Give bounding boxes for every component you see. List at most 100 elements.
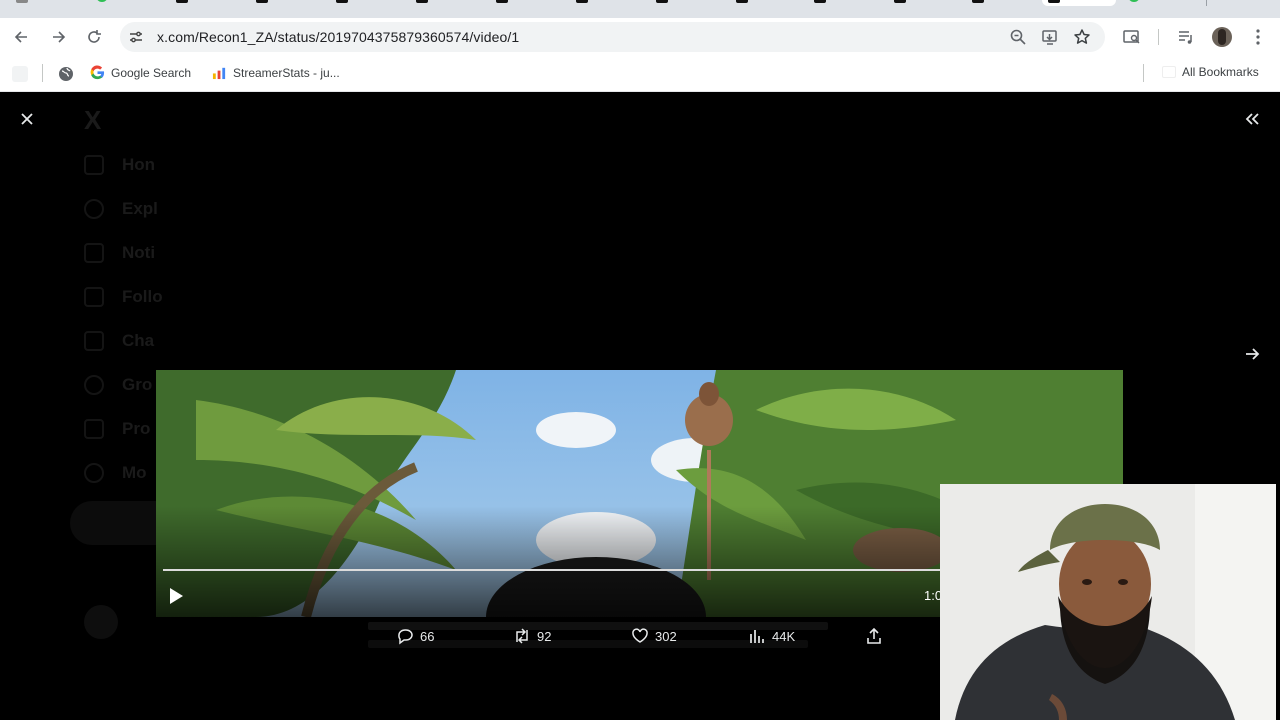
- x-favicon-icon: [972, 0, 984, 3]
- browser-tab-active[interactable]: [1042, 0, 1116, 6]
- nav-home: Hon: [122, 155, 156, 174]
- browser-tab[interactable]: [490, 0, 564, 6]
- bell-icon: [84, 243, 104, 263]
- media-controls-icon[interactable]: [1176, 27, 1196, 47]
- repost-icon: [516, 628, 528, 644]
- repost-count: 92: [537, 628, 552, 644]
- browser-toolbar: x.com/Recon1_ZA/status/20197043758793605…: [0, 18, 1280, 56]
- zoom-icon[interactable]: [1009, 28, 1027, 46]
- x-favicon-icon: [736, 0, 748, 3]
- x-favicon-icon: [656, 0, 668, 3]
- media-viewer: X Hon Expl Noti Follo Cha Gro Pro Mo 1:0…: [0, 93, 1280, 720]
- views-chart-icon: [750, 630, 764, 643]
- nav-follow: Follo: [122, 287, 163, 306]
- x-favicon-icon: [496, 0, 508, 3]
- webcam-overlay: [940, 484, 1276, 720]
- nav-notifications: Noti: [122, 243, 156, 262]
- x-favicon-icon: [814, 0, 826, 3]
- bookmark-google-search[interactable]: Google Search: [90, 65, 191, 80]
- x-favicon-icon: [256, 0, 268, 3]
- reply-count: 66: [420, 628, 435, 644]
- browser-tab[interactable]: [888, 0, 962, 6]
- tab-favicon-icon: [1128, 0, 1140, 2]
- bookmark-streamerstats[interactable]: StreamerStats - ju...: [212, 65, 340, 80]
- site-settings-icon[interactable]: [128, 29, 144, 45]
- views-button[interactable]: 44K: [748, 627, 795, 645]
- bookmarks-separator: [1143, 64, 1144, 82]
- arrow-right-icon: [53, 31, 66, 43]
- play-icon[interactable]: [168, 587, 184, 605]
- globe-icon[interactable]: [58, 66, 74, 82]
- nav-chat: Cha: [122, 331, 155, 350]
- side-panel-search-icon[interactable]: [1122, 27, 1142, 47]
- browser-tab[interactable]: [730, 0, 804, 6]
- google-icon: [90, 65, 105, 80]
- mail-icon: [84, 331, 104, 351]
- toolbar-divider: [1158, 29, 1159, 45]
- share-icon: [867, 627, 881, 644]
- browser-tab[interactable]: [808, 0, 882, 6]
- home-icon: [84, 155, 104, 175]
- x-favicon-icon: [416, 0, 428, 3]
- reply-button[interactable]: 66: [396, 627, 434, 645]
- browser-tab[interactable]: [10, 0, 84, 6]
- progress-bar[interactable]: [163, 569, 940, 571]
- reply-icon: [398, 629, 413, 645]
- nav-profile: Pro: [122, 419, 151, 438]
- tab-strip: [0, 0, 1280, 18]
- reload-icon: [88, 30, 101, 43]
- forward-button[interactable]: [48, 27, 68, 47]
- avatar-figure: [1218, 29, 1226, 45]
- like-count: 302: [655, 628, 677, 644]
- browser-tab[interactable]: [1122, 0, 1196, 6]
- browser-tab[interactable]: [250, 0, 324, 6]
- heart-icon: [632, 628, 648, 643]
- close-icon[interactable]: [18, 110, 36, 128]
- reload-button[interactable]: [84, 27, 104, 47]
- bookmark-label: Google Search: [111, 65, 192, 80]
- nav-more: Mo: [122, 463, 147, 482]
- explore-icon: [84, 199, 104, 219]
- browser-tab[interactable]: [170, 0, 244, 6]
- browser-tab[interactable]: [330, 0, 404, 6]
- webcam-feed: [940, 484, 1276, 720]
- nav-explore: Expl: [122, 199, 158, 218]
- x-favicon-icon: [894, 0, 906, 3]
- repost-button[interactable]: 92: [513, 627, 551, 645]
- all-bookmarks-label: All Bookmarks: [1182, 65, 1259, 79]
- x-favicon-icon: [336, 0, 348, 3]
- next-arrow-icon[interactable]: [1243, 345, 1261, 363]
- like-button[interactable]: 302: [631, 627, 677, 645]
- folder-icon: [1162, 66, 1176, 78]
- x-favicon-icon: [576, 0, 588, 3]
- x-favicon-icon: [176, 0, 188, 3]
- address-bar[interactable]: x.com/Recon1_ZA/status/20197043758793605…: [120, 22, 1105, 52]
- browser-tab[interactable]: [570, 0, 644, 6]
- tab-favicon-icon: [16, 0, 28, 3]
- x-favicon-icon: [1048, 0, 1060, 3]
- profile-icon: [84, 419, 104, 439]
- browser-tab[interactable]: [90, 0, 164, 6]
- view-count: 44K: [772, 628, 796, 644]
- install-app-icon[interactable]: [1041, 28, 1059, 46]
- menu-kebab-icon[interactable]: [1248, 27, 1268, 47]
- bookmark-label: StreamerStats - ju...: [233, 65, 340, 80]
- follow-icon: [84, 287, 104, 307]
- browser-tab[interactable]: [966, 0, 1040, 6]
- collapse-panel-icon[interactable]: [1243, 110, 1261, 128]
- share-button[interactable]: [865, 627, 883, 645]
- x-logo-icon: X: [84, 105, 102, 135]
- grok-icon: [84, 375, 104, 395]
- bookmark-star-icon[interactable]: [1073, 28, 1091, 46]
- all-bookmarks[interactable]: All Bookmarks: [1162, 65, 1259, 79]
- profile-avatar[interactable]: [1212, 27, 1232, 47]
- arrow-left-icon: [14, 31, 27, 43]
- back-button[interactable]: [12, 27, 32, 47]
- browser-tab[interactable]: [410, 0, 484, 6]
- tab-separator: [1206, 0, 1207, 6]
- browser-tab[interactable]: [650, 0, 724, 6]
- url-text[interactable]: x.com/Recon1_ZA/status/20197043758793605…: [157, 29, 519, 45]
- bar-chart-icon: [212, 67, 226, 80]
- apps-icon[interactable]: [12, 66, 28, 82]
- bookmarks-bar: Google Search StreamerStats - ju... All …: [0, 56, 1280, 92]
